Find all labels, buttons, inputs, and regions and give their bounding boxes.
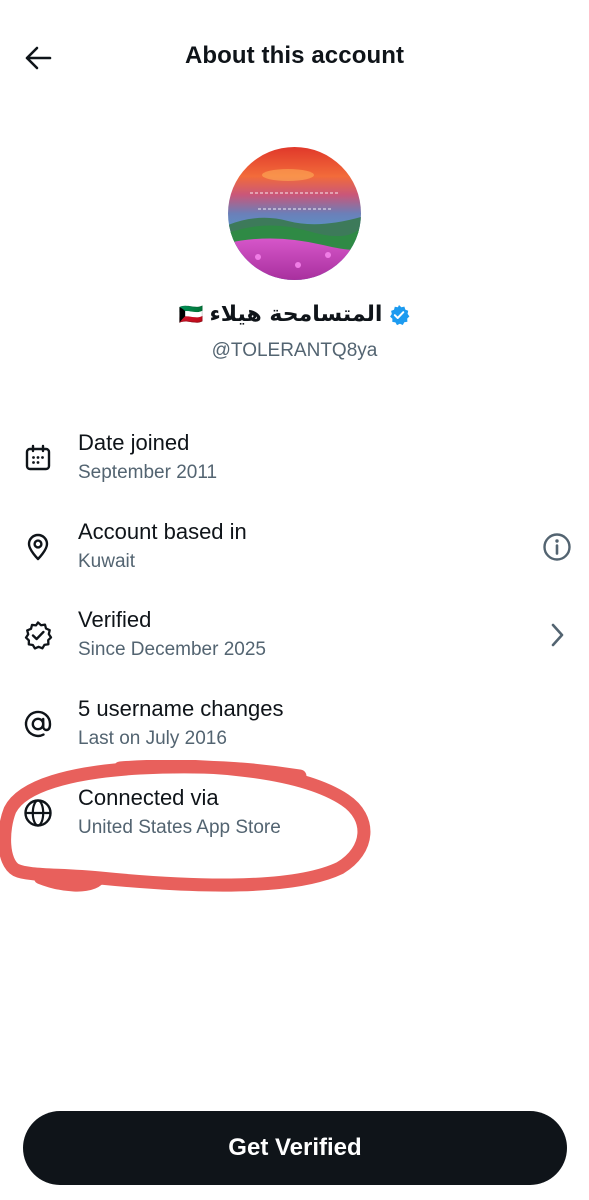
verified-badge-icon: [390, 304, 410, 325]
username-changes-value: Last on July 2016: [78, 728, 227, 749]
info-icon[interactable]: [539, 529, 575, 565]
verified-label: Verified: [78, 607, 152, 632]
profile-name-row: 🇰🇼 المتسامحة هيلاء: [0, 302, 589, 327]
detail-row-account-based-in: Account based in Kuwait: [0, 499, 589, 587]
detail-row-date-joined: Date joined September 2011: [0, 410, 589, 498]
at-sign-icon: [20, 706, 56, 742]
header: About this account: [0, 0, 589, 116]
date-joined-value: September 2011: [78, 462, 218, 483]
location-pin-icon: [20, 529, 56, 565]
country-flag-icon: 🇰🇼: [178, 304, 204, 326]
account-based-in-label: Account based in: [78, 519, 247, 544]
detail-row-connected-via: Connected via United States App Store: [0, 765, 589, 853]
detail-row-verified[interactable]: Verified Since December 2025: [0, 587, 589, 675]
detail-row-username-changes: 5 username changes Last on July 2016: [0, 676, 589, 764]
verified-outline-icon: [20, 617, 56, 653]
get-verified-button[interactable]: Get Verified: [23, 1111, 567, 1185]
date-joined-label: Date joined: [78, 430, 190, 455]
calendar-icon: [20, 440, 56, 476]
profile-handle: @TOLERANTQ8ya: [211, 340, 378, 361]
connected-via-label: Connected via: [78, 785, 219, 810]
username-changes-label: 5 username changes: [78, 696, 284, 721]
verified-value: Since December 2025: [78, 639, 266, 660]
globe-icon: [20, 795, 56, 831]
page-title: About this account: [184, 42, 405, 69]
display-name: المتسامحة هيلاء: [209, 302, 383, 327]
account-based-in-value: Kuwait: [78, 551, 136, 572]
profile-avatar[interactable]: [228, 147, 361, 280]
chevron-right-icon[interactable]: [539, 617, 575, 653]
connected-via-value: United States App Store: [78, 817, 281, 838]
